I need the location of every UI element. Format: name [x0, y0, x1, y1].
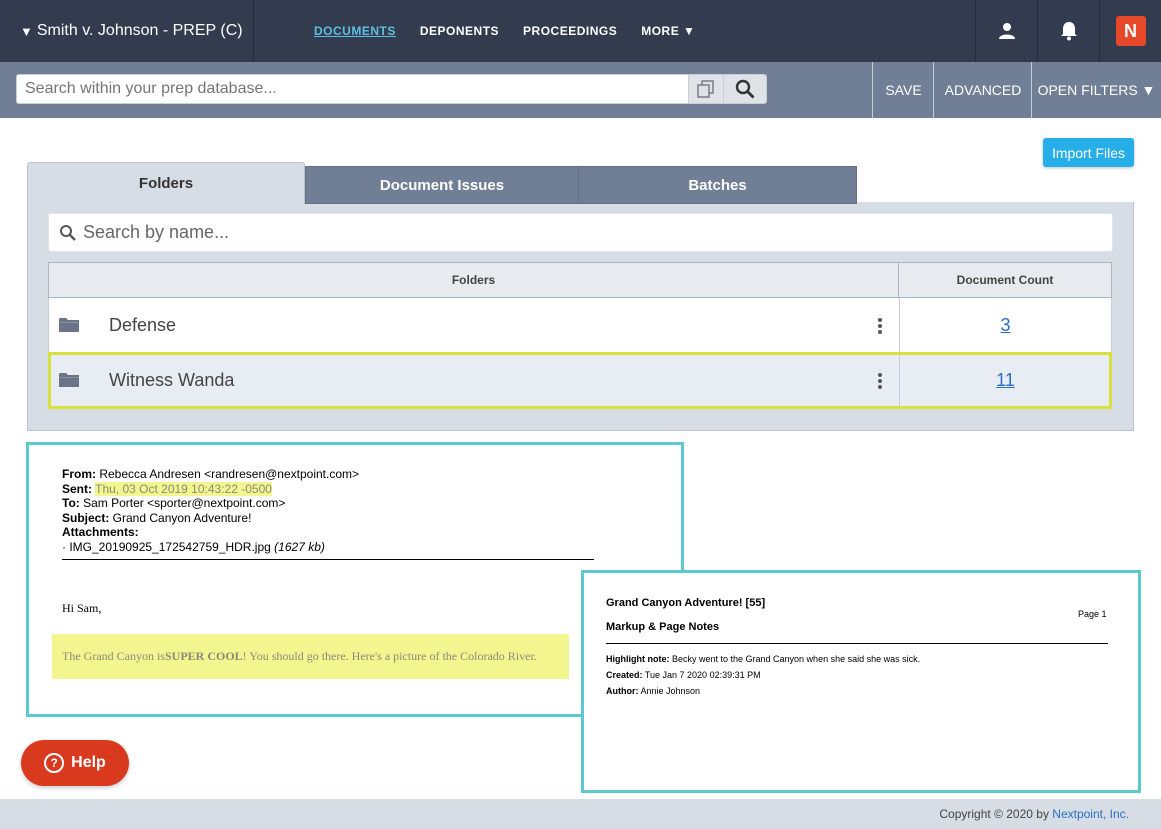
author-label: Author: — [606, 686, 639, 696]
main-nav: DOCUMENTS DEPONENTS PROCEEDINGS MORE ▼ — [314, 0, 719, 62]
more-options-icon[interactable] — [875, 371, 885, 391]
search-toolbar: SAVE ADVANCED OPEN FILTERS ▼ — [0, 62, 1161, 118]
document-count-link[interactable]: 11 — [899, 355, 1111, 406]
notes-subtitle: Markup & Page Notes — [606, 621, 720, 633]
copy-icon — [697, 80, 714, 98]
email-greeting: Hi Sam, — [62, 601, 102, 615]
nav-documents[interactable]: DOCUMENTS — [314, 24, 396, 38]
from-label: From: — [62, 467, 96, 481]
folders-table-header: Folders Document Count — [48, 262, 1112, 298]
search-icon — [735, 79, 755, 99]
nextpoint-logo-icon: N — [1115, 16, 1146, 46]
notifications-button[interactable] — [1037, 0, 1099, 62]
to-value: Sam Porter <sporter@nextpoint.com> — [79, 496, 286, 510]
copy-search-button[interactable] — [688, 74, 724, 104]
created-value: Tue Jan 7 2020 02:39:31 PM — [642, 670, 761, 680]
tab-document-issues[interactable]: Document Issues — [305, 166, 579, 204]
question-icon: ? — [44, 753, 65, 773]
email-body-post: ! You should go there. Here's a picture … — [242, 649, 537, 663]
notes-divider — [606, 643, 1108, 644]
from-value: Rebecca Andresen <randresen@nextpoint.co… — [96, 467, 360, 481]
user-icon — [998, 23, 1015, 39]
document-count-link[interactable]: 3 — [899, 298, 1111, 352]
column-header-folders[interactable]: Folders — [49, 263, 899, 297]
folder-name[interactable]: Defense — [109, 298, 176, 352]
top-navbar: ▼ Smith v. Johnson - PREP (C) DOCUMENTS … — [0, 0, 1161, 62]
highlight-note-value: Becky went to the Grand Canyon when she … — [669, 654, 921, 664]
bell-icon — [1060, 22, 1077, 41]
notes-title: Grand Canyon Adventure! [55] — [606, 597, 766, 609]
notes-meta: Highlight note: Becky went to the Grand … — [606, 651, 920, 699]
email-body-highlight: The Grand Canyon is SUPER COOL! You shou… — [52, 634, 569, 679]
open-filters-button[interactable]: OPEN FILTERS ▼ — [1031, 62, 1161, 118]
attachment-size: (1627 kb) — [274, 539, 325, 554]
email-header: From: Rebecca Andresen <randresen@nextpo… — [62, 467, 359, 554]
folder-search-placeholder: Search by name... — [83, 222, 230, 242]
case-selector[interactable]: ▼ Smith v. Johnson - PREP (C) — [0, 0, 254, 62]
help-button[interactable]: ? Help — [21, 740, 129, 786]
tab-batches[interactable]: Batches — [578, 166, 857, 204]
nav-proceedings[interactable]: PROCEEDINGS — [523, 24, 617, 38]
notes-page-number: Page 1 — [1078, 609, 1107, 619]
copyright-text: Copyright © 2020 by Nextpoint, Inc. — [939, 807, 1129, 821]
highlight-note-label: Highlight note: — [606, 654, 670, 664]
table-row[interactable]: Defense 3 — [48, 298, 1112, 354]
sent-label: Sent: — [62, 481, 92, 496]
author-value: Annie Johnson — [638, 686, 701, 696]
sent-value-highlight: Thu, 03 Oct 2019 10:43:22 -0500 — [95, 481, 272, 496]
nav-more[interactable]: MORE ▼ — [641, 24, 695, 38]
subject-label: Subject: — [62, 510, 110, 525]
user-button[interactable] — [975, 0, 1037, 62]
tab-folders[interactable]: Folders — [27, 162, 305, 204]
folder-icon — [59, 373, 79, 387]
database-search-input[interactable] — [16, 74, 689, 104]
to-label: To: — [62, 496, 80, 510]
table-row[interactable]: Witness Wanda 11 — [48, 352, 1112, 409]
footer: Copyright © 2020 by Nextpoint, Inc. — [0, 799, 1161, 829]
more-options-icon[interactable] — [875, 316, 885, 336]
folder-search-field[interactable]: Search by name... — [48, 213, 1113, 252]
import-files-button[interactable]: Import Files — [1043, 138, 1134, 167]
copyright-prefix: Copyright © 2020 by — [939, 807, 1053, 821]
created-label: Created: — [606, 670, 643, 680]
save-search-button[interactable]: SAVE — [872, 62, 934, 118]
subject-value: Grand Canyon Adventure! — [109, 510, 252, 525]
company-link[interactable]: Nextpoint, Inc. — [1052, 807, 1129, 821]
email-divider — [62, 559, 594, 560]
nav-deponents[interactable]: DEPONENTS — [420, 24, 499, 38]
folder-name[interactable]: Witness Wanda — [109, 355, 234, 406]
attachments-label: Attachments: — [62, 525, 139, 539]
case-title: Smith v. Johnson - PREP (C) — [36, 22, 243, 39]
caret-down-icon: ▼ — [20, 23, 33, 39]
search-button[interactable] — [723, 74, 767, 104]
search-icon — [60, 224, 76, 241]
app-page: ▼ Smith v. Johnson - PREP (C) DOCUMENTS … — [0, 0, 1161, 829]
email-body-bold: SUPER COOL — [164, 649, 243, 663]
app-logo-button[interactable]: N — [1099, 0, 1161, 62]
page-notes-preview: Grand Canyon Adventure! [55] Page 1 Mark… — [581, 570, 1141, 793]
column-header-document-count[interactable]: Document Count — [899, 263, 1111, 297]
attachment-name: · IMG_20190925_172542759_HDR.jpg — [62, 539, 271, 554]
folder-icon — [59, 318, 79, 332]
email-body-pre: The Grand Canyon is — [62, 649, 165, 663]
advanced-search-button[interactable]: ADVANCED — [933, 62, 1032, 118]
help-label: Help — [71, 754, 106, 771]
